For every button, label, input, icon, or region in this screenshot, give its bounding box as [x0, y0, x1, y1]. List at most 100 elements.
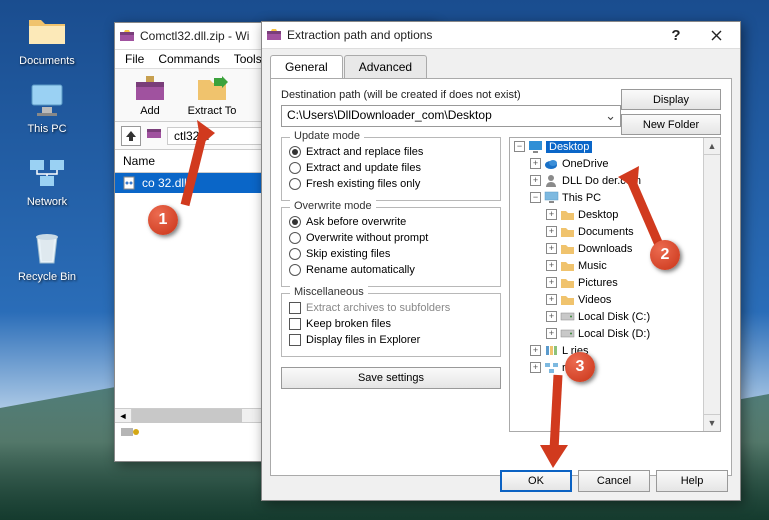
- radio-overwrite-noprompt[interactable]: Overwrite without prompt: [289, 230, 493, 246]
- disk-icon: [560, 310, 575, 323]
- desktop-icon-label: Documents: [12, 55, 82, 67]
- ok-button[interactable]: OK: [500, 470, 572, 492]
- desktop-icon-recyclebin[interactable]: Recycle Bin: [12, 228, 82, 283]
- radio-skip-existing[interactable]: Skip existing files: [289, 246, 493, 262]
- desktop-icon-label: This PC: [12, 123, 82, 135]
- toolbar-label: Extract To: [185, 105, 239, 117]
- tree-label: Documents: [578, 226, 634, 238]
- destination-input[interactable]: C:\Users\DllDownloader_com\Desktop: [281, 105, 621, 127]
- help-button[interactable]: Help: [656, 470, 728, 492]
- tree-label: Desktop: [546, 141, 592, 153]
- tree-node[interactable]: +Music: [510, 257, 720, 274]
- toolbar-label: Add: [123, 105, 177, 117]
- expand-icon[interactable]: +: [546, 260, 557, 271]
- expand-icon[interactable]: +: [546, 226, 557, 237]
- tree-node[interactable]: + OneDrive: [510, 155, 720, 172]
- help-button[interactable]: ?: [656, 23, 696, 47]
- group-title: Miscellaneous: [290, 286, 368, 298]
- tree-node[interactable]: + Downloads: [510, 240, 720, 257]
- net-icon: [544, 361, 559, 374]
- radio-extract-update[interactable]: Extract and update files: [289, 160, 493, 176]
- tree-node[interactable]: + Desktop: [510, 206, 720, 223]
- menu-file[interactable]: File: [125, 52, 144, 66]
- radio-icon: [289, 178, 301, 190]
- chk-display-explorer[interactable]: Display files in Explorer: [289, 332, 493, 348]
- tree-label: This PC: [562, 192, 601, 204]
- folder-tree[interactable]: − Desktop + OneDrive +DLL Do der.com − This PC…: [509, 137, 721, 432]
- onedrive-icon: [544, 157, 559, 170]
- add-icon: [132, 73, 168, 103]
- menu-tools[interactable]: Tools: [234, 52, 262, 66]
- expand-icon[interactable]: −: [530, 192, 541, 203]
- folder-icon: [560, 208, 575, 221]
- expand-icon[interactable]: +: [546, 294, 557, 305]
- chk-subfolders: Extract archives to subfolders: [289, 300, 493, 316]
- file-name: co 32.dll: [142, 176, 187, 190]
- checkbox-icon: [289, 334, 301, 346]
- scroll-up-button[interactable]: ▲: [704, 138, 720, 155]
- expand-icon[interactable]: −: [514, 141, 525, 152]
- tree-node[interactable]: + Local Disk (C:): [510, 308, 720, 325]
- folder-icon: [560, 225, 575, 238]
- tree-node[interactable]: +DLL Do der.com: [510, 172, 720, 189]
- tree-node[interactable]: +L ries: [510, 342, 720, 359]
- tab-advanced[interactable]: Advanced: [344, 55, 427, 78]
- chk-keep-broken[interactable]: Keep broken files: [289, 316, 493, 332]
- radio-extract-replace[interactable]: Extract and replace files: [289, 144, 493, 160]
- checkbox-icon: [289, 318, 301, 330]
- tree-label: OneDrive: [562, 158, 608, 170]
- tree-node[interactable]: + rk: [510, 359, 720, 376]
- folder-icon: [560, 242, 575, 255]
- save-settings-button[interactable]: Save settings: [281, 367, 501, 389]
- up-button[interactable]: [121, 126, 141, 146]
- display-button[interactable]: Display: [621, 89, 721, 110]
- expand-icon[interactable]: +: [530, 362, 541, 373]
- expand-icon[interactable]: +: [530, 158, 541, 169]
- tree-node[interactable]: +Pictures: [510, 274, 720, 291]
- desktop-icon-network[interactable]: Network: [12, 153, 82, 208]
- menu-commands[interactable]: Commands: [158, 52, 219, 66]
- tab-panel: Display New Folder Destination path (wil…: [270, 78, 732, 476]
- tree-node[interactable]: +Local Disk (D:): [510, 325, 720, 342]
- tree-node[interactable]: − This PC: [510, 189, 720, 206]
- tree-node[interactable]: +Videos: [510, 291, 720, 308]
- update-mode-group: Update mode Extract and replace files Ex…: [281, 137, 501, 201]
- expand-icon[interactable]: +: [530, 175, 541, 186]
- extraction-dialog: Extraction path and options ? General Ad…: [261, 21, 741, 501]
- tab-general[interactable]: General: [270, 55, 343, 78]
- tree-label: Downloads: [578, 243, 632, 255]
- cancel-button[interactable]: Cancel: [578, 470, 650, 492]
- group-title: Overwrite mode: [290, 200, 376, 212]
- expand-icon[interactable]: +: [546, 311, 557, 322]
- titlebar[interactable]: Extraction path and options ?: [262, 22, 740, 49]
- tree-label: Desktop: [578, 209, 618, 221]
- radio-ask-overwrite[interactable]: Ask before overwrite: [289, 214, 493, 230]
- pc-icon: [27, 80, 67, 120]
- expand-icon[interactable]: +: [546, 243, 557, 254]
- expand-icon[interactable]: +: [530, 345, 541, 356]
- bin-icon: [27, 228, 67, 268]
- expand-icon[interactable]: +: [546, 209, 557, 220]
- radio-fresh-only[interactable]: Fresh existing files only: [289, 176, 493, 192]
- lib-icon: [544, 344, 559, 357]
- tree-label: Local Disk (C:): [578, 311, 650, 323]
- expand-icon[interactable]: +: [546, 328, 557, 339]
- folder-icon: [560, 259, 575, 272]
- disk-icon: [560, 327, 575, 340]
- toolbar-extract-button[interactable]: Extract To: [185, 73, 239, 117]
- newfolder-button[interactable]: New Folder: [621, 114, 721, 135]
- expand-icon[interactable]: +: [546, 277, 557, 288]
- close-button[interactable]: [696, 23, 736, 47]
- desktop-icon: [528, 140, 543, 153]
- desktop-icon-documents[interactable]: Documents: [12, 12, 82, 67]
- desktop-icon-label: Recycle Bin: [12, 271, 82, 283]
- radio-rename-auto[interactable]: Rename automatically: [289, 262, 493, 278]
- desktop-icon-thispc[interactable]: This PC: [12, 80, 82, 135]
- window-title: Extraction path and options: [287, 28, 656, 42]
- toolbar-add-button[interactable]: Add: [123, 73, 177, 117]
- tree-node[interactable]: + Documents: [510, 223, 720, 240]
- scroll-down-button[interactable]: ▼: [704, 414, 720, 431]
- tree-scrollbar[interactable]: ▲ ▼: [703, 138, 720, 431]
- tree-node[interactable]: − Desktop: [510, 138, 720, 155]
- status-icon: [121, 425, 139, 444]
